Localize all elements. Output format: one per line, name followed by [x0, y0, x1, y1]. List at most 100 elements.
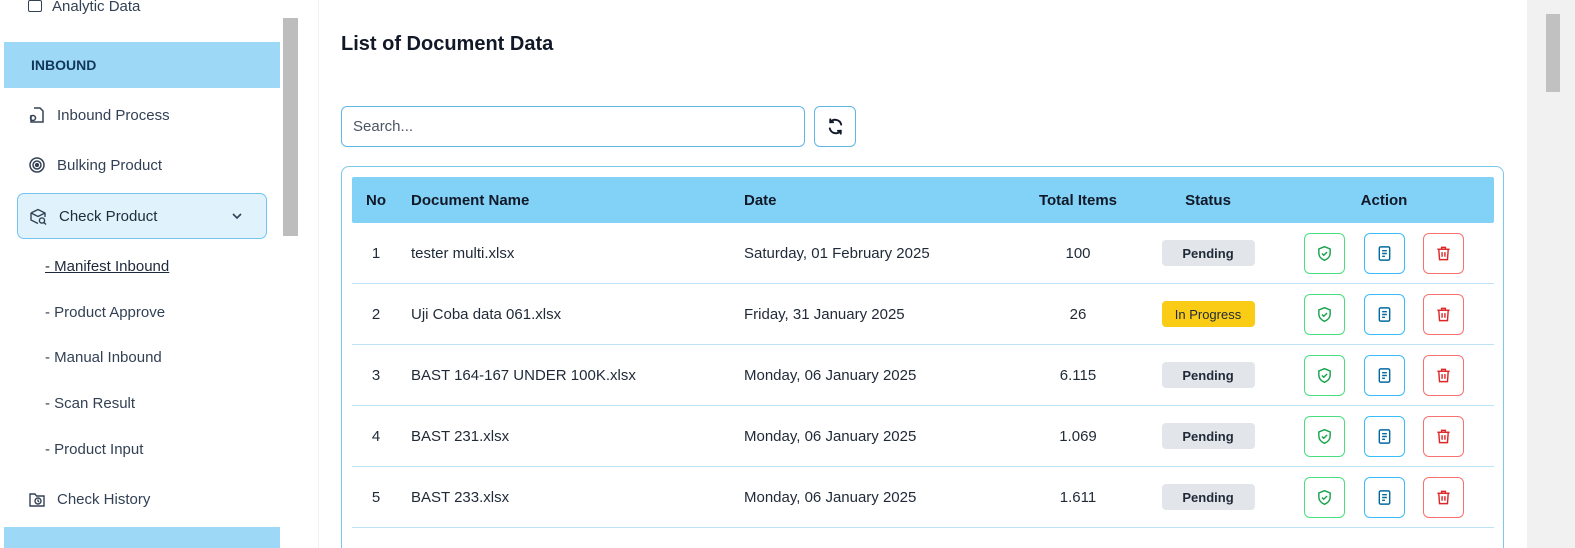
- sidebar-item-inbound-process[interactable]: Inbound Process: [28, 103, 170, 127]
- trash-icon: [1437, 490, 1450, 505]
- table-row: 3 BAST 164-167 UNDER 100K.xlsx Monday, 0…: [352, 345, 1494, 406]
- sidebar-subitem-scan-result[interactable]: - Scan Result: [45, 392, 135, 414]
- cell-total-items: 1.611: [1059, 488, 1097, 506]
- delete-button[interactable]: [1423, 477, 1464, 518]
- detail-button[interactable]: [1364, 416, 1405, 457]
- cell-no: 5: [371, 488, 381, 506]
- bulking-icon: [29, 157, 45, 173]
- cell-date: Monday, 06 January 2025: [744, 488, 917, 506]
- cell-document-name: tester multi.xlsx: [411, 244, 515, 262]
- scrollbar-thumb[interactable]: [1546, 14, 1560, 92]
- cell-document-name: BAST 164-167 UNDER 100K.xlsx: [411, 366, 636, 384]
- sidebar-subitem-product-input[interactable]: - Product Input: [45, 438, 143, 460]
- document-icon: [1378, 429, 1391, 444]
- shield-check-icon: [1318, 428, 1331, 445]
- approve-button[interactable]: [1304, 416, 1345, 457]
- cell-date: Friday, 31 January 2025: [744, 305, 905, 323]
- status-badge: In Progress: [1161, 301, 1255, 327]
- cell-status: In Progress: [1160, 284, 1256, 344]
- detail-button[interactable]: [1364, 294, 1405, 335]
- shield-check-icon: [1318, 306, 1331, 323]
- approve-button[interactable]: [1304, 233, 1345, 274]
- page-title: List of Document Data: [341, 33, 554, 55]
- document-icon: [1378, 368, 1391, 383]
- document-icon: [1378, 307, 1391, 322]
- sidebar: Analytic Data INBOUND Inbound Process Bu…: [0, 0, 284, 548]
- cell-no: 1: [371, 244, 381, 262]
- sidebar-subitem-label: - Manual Inbound: [45, 348, 162, 366]
- cell-total-items: 1.069: [1059, 427, 1097, 445]
- column-header-document-name: Document Name: [411, 191, 530, 209]
- trash-icon: [1437, 307, 1450, 322]
- column-header-date: Date: [744, 191, 777, 209]
- detail-button[interactable]: [1364, 477, 1405, 518]
- sidebar-subitem-manifest-inbound[interactable]: - Manifest Inbound: [45, 255, 169, 277]
- sidebar-item-check-product[interactable]: Check Product: [17, 193, 267, 239]
- search-input[interactable]: [341, 106, 805, 147]
- approve-button[interactable]: [1304, 294, 1345, 335]
- trash-icon: [1437, 429, 1450, 444]
- document-icon: [1378, 246, 1391, 261]
- status-badge: Pending: [1161, 484, 1255, 510]
- document-icon: [1378, 490, 1391, 505]
- document-table: No Document Name Date Total Items Status…: [341, 166, 1504, 548]
- approve-button[interactable]: [1304, 355, 1345, 396]
- cell-document-name: Uji Coba data 061.xlsx: [411, 305, 562, 323]
- status-badge: Pending: [1161, 362, 1255, 388]
- cell-status: Pending: [1160, 345, 1256, 405]
- cell-status: Pending: [1160, 406, 1256, 466]
- status-badge: Pending: [1161, 240, 1255, 266]
- sidebar-scrollbar[interactable]: [283, 18, 298, 236]
- shield-check-icon: [1318, 245, 1331, 262]
- refresh-icon: [828, 118, 842, 135]
- analytic-icon: [28, 0, 42, 12]
- cell-status: Pending: [1160, 467, 1256, 527]
- cell-date: Saturday, 01 February 2025: [744, 244, 930, 262]
- sidebar-item-label: Check History: [57, 490, 151, 508]
- sidebar-section-next: [4, 527, 280, 548]
- cell-no: 2: [371, 305, 381, 323]
- sidebar-item-check-history[interactable]: Check History: [28, 487, 150, 511]
- sidebar-item-label: Bulking Product: [57, 156, 163, 174]
- sidebar-item-label: Analytic Data: [52, 0, 141, 15]
- divider: [318, 0, 319, 548]
- sidebar-subitem-label: - Product Input: [45, 440, 144, 458]
- sidebar-subitem-label: - Scan Result: [45, 394, 136, 412]
- detail-button[interactable]: [1364, 233, 1405, 274]
- table-row: 5 BAST 233.xlsx Monday, 06 January 2025 …: [352, 467, 1494, 528]
- detail-button[interactable]: [1364, 355, 1405, 396]
- approve-button[interactable]: [1304, 477, 1345, 518]
- delete-button[interactable]: [1423, 294, 1464, 335]
- column-header-total-items: Total Items: [1038, 191, 1118, 209]
- column-header-action: Action: [1360, 191, 1408, 209]
- cell-no: 4: [371, 427, 381, 445]
- check-product-icon: [30, 208, 47, 225]
- trash-icon: [1437, 246, 1450, 261]
- cell-document-name: BAST 231.xlsx: [411, 427, 510, 445]
- sidebar-subitem-product-approve[interactable]: - Product Approve: [45, 301, 165, 323]
- cell-total-items: 26: [1069, 305, 1087, 323]
- sidebar-section-inbound: INBOUND: [4, 42, 280, 88]
- chevron-down-icon: [232, 213, 242, 220]
- cell-total-items: 6.115: [1059, 366, 1097, 384]
- trash-icon: [1437, 368, 1450, 383]
- cell-document-name: BAST 233.xlsx: [411, 488, 510, 506]
- sidebar-item-label: Inbound Process: [57, 106, 170, 124]
- column-header-no: No: [366, 191, 386, 209]
- cell-date: Monday, 06 January 2025: [744, 427, 917, 445]
- check-history-icon: [29, 493, 45, 507]
- table-header: No Document Name Date Total Items Status…: [352, 177, 1494, 223]
- delete-button[interactable]: [1423, 355, 1464, 396]
- page-scrollbar[interactable]: [1527, 0, 1575, 548]
- delete-button[interactable]: [1423, 233, 1464, 274]
- sidebar-item-analytic-data[interactable]: Analytic Data: [28, 0, 140, 18]
- cell-total-items: 100: [1065, 244, 1091, 262]
- table-row: 4 BAST 231.xlsx Monday, 06 January 2025 …: [352, 406, 1494, 467]
- table-row: 2 Uji Coba data 061.xlsx Friday, 31 Janu…: [352, 284, 1494, 345]
- sidebar-item-bulking-product[interactable]: Bulking Product: [28, 153, 162, 177]
- delete-button[interactable]: [1423, 416, 1464, 457]
- status-badge: Pending: [1161, 423, 1255, 449]
- refresh-button[interactable]: [814, 106, 856, 147]
- sidebar-subitem-manual-inbound[interactable]: - Manual Inbound: [45, 346, 162, 368]
- cell-status: Pending: [1160, 223, 1256, 283]
